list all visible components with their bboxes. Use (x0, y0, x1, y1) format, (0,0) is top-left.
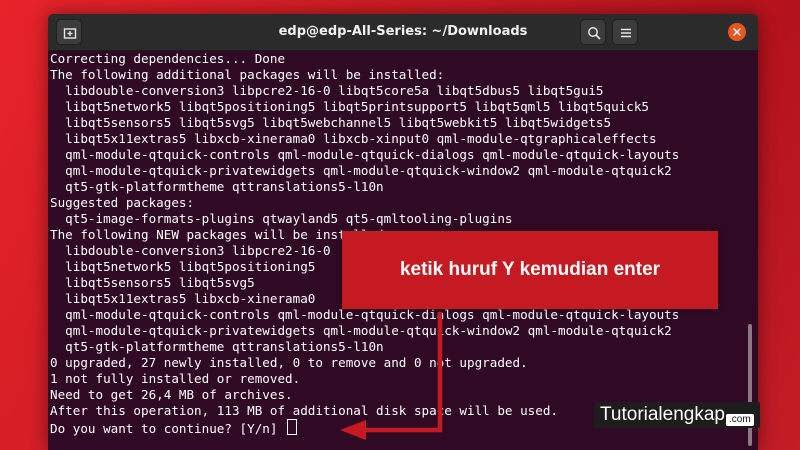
terminal-line: Suggested packages: (50, 195, 195, 210)
terminal-line: qt5-image-formats-plugins qtwayland5 qt5… (50, 211, 513, 226)
menu-button[interactable] (612, 19, 638, 45)
terminal-line: libqt5network5 libqt5positioning5 libqt5… (50, 99, 649, 114)
instruction-callout: ketik huruf Y kemudian enter (342, 231, 718, 309)
terminal-cursor (287, 419, 298, 435)
hamburger-menu-icon (621, 28, 631, 38)
terminal-line: Correcting dependencies... Done (50, 51, 286, 66)
brand-tld: .com (725, 414, 754, 426)
brand-name: Tutorialengkap (600, 404, 725, 425)
terminal-line: qml-module-qtquick-controls qml-module-q… (50, 147, 680, 162)
search-button[interactable] (580, 19, 606, 45)
search-icon (588, 27, 601, 40)
callout-text: ketik huruf Y kemudian enter (399, 259, 661, 280)
close-icon (733, 28, 741, 36)
brand-watermark: Tutorialengkap .com (594, 402, 760, 428)
terminal-prompt: Do you want to continue? [Y/n] (50, 421, 286, 436)
terminal-line: The following additional packages will b… (50, 67, 445, 82)
terminal-line: libdouble-conversion3 libpcre2-16-0 libq… (50, 83, 604, 98)
terminal-line: libqt5sensors5 libqt5svg5 libqt5webchann… (50, 115, 612, 130)
terminal-line: qml-module-qtquick-privatewidgets qml-mo… (50, 163, 672, 178)
window-title: edp@edp-All-Series: ~/Downloads (278, 24, 528, 39)
titlebar: edp@edp-All-Series: ~/Downloads (48, 14, 758, 51)
close-button[interactable] (728, 23, 746, 41)
terminal-line: qt5-gtk-platformtheme qttranslations5-l1… (50, 179, 384, 194)
pointer-arrow (340, 312, 443, 440)
terminal-line: libqt5x11extras5 libxcb-xinerama0 libxcb… (50, 131, 657, 146)
